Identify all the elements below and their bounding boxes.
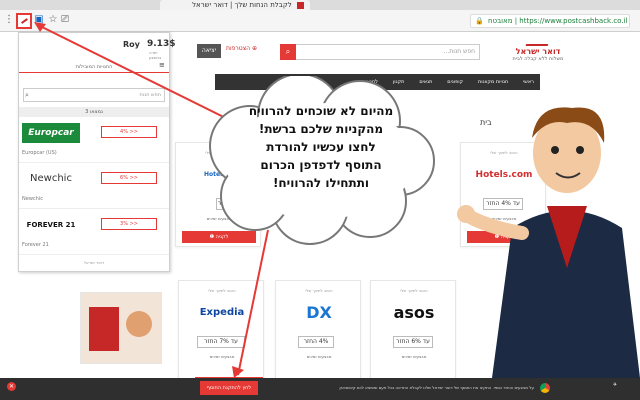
bubble-line: ותתחילו להרוויח!	[272, 176, 370, 190]
install-extension-button[interactable]: לחץ להתקנת התוסף	[200, 381, 258, 395]
cartoon-character	[457, 107, 640, 378]
close-icon[interactable]: ✕	[7, 382, 16, 391]
install-notification-bar: ✕ לחץ להתקנת התוסף על מבצעים והחזר כספי.…	[0, 378, 640, 400]
arrow-to-install	[237, 229, 269, 376]
bubble-text: מהיום לא שוכחים להרוויח מהקניות שלכם ברש…	[230, 102, 412, 192]
post-logo-icon: ✈	[612, 382, 618, 388]
arrowhead-icon	[232, 366, 244, 378]
bubble-line: מהיום לא שוכחים להרוויח	[248, 104, 394, 118]
notification-text: על מבצעים והחזר כספי. התקינו את התוסף של…	[339, 385, 534, 390]
bubble-line: לחצו עכשיו להורדת	[266, 140, 376, 154]
bubble-line: מהקניות שלכם ברשת!	[258, 122, 384, 136]
chrome-icon	[540, 383, 550, 393]
bubble-line: התוסף לדפדפן הכרום	[260, 158, 382, 172]
